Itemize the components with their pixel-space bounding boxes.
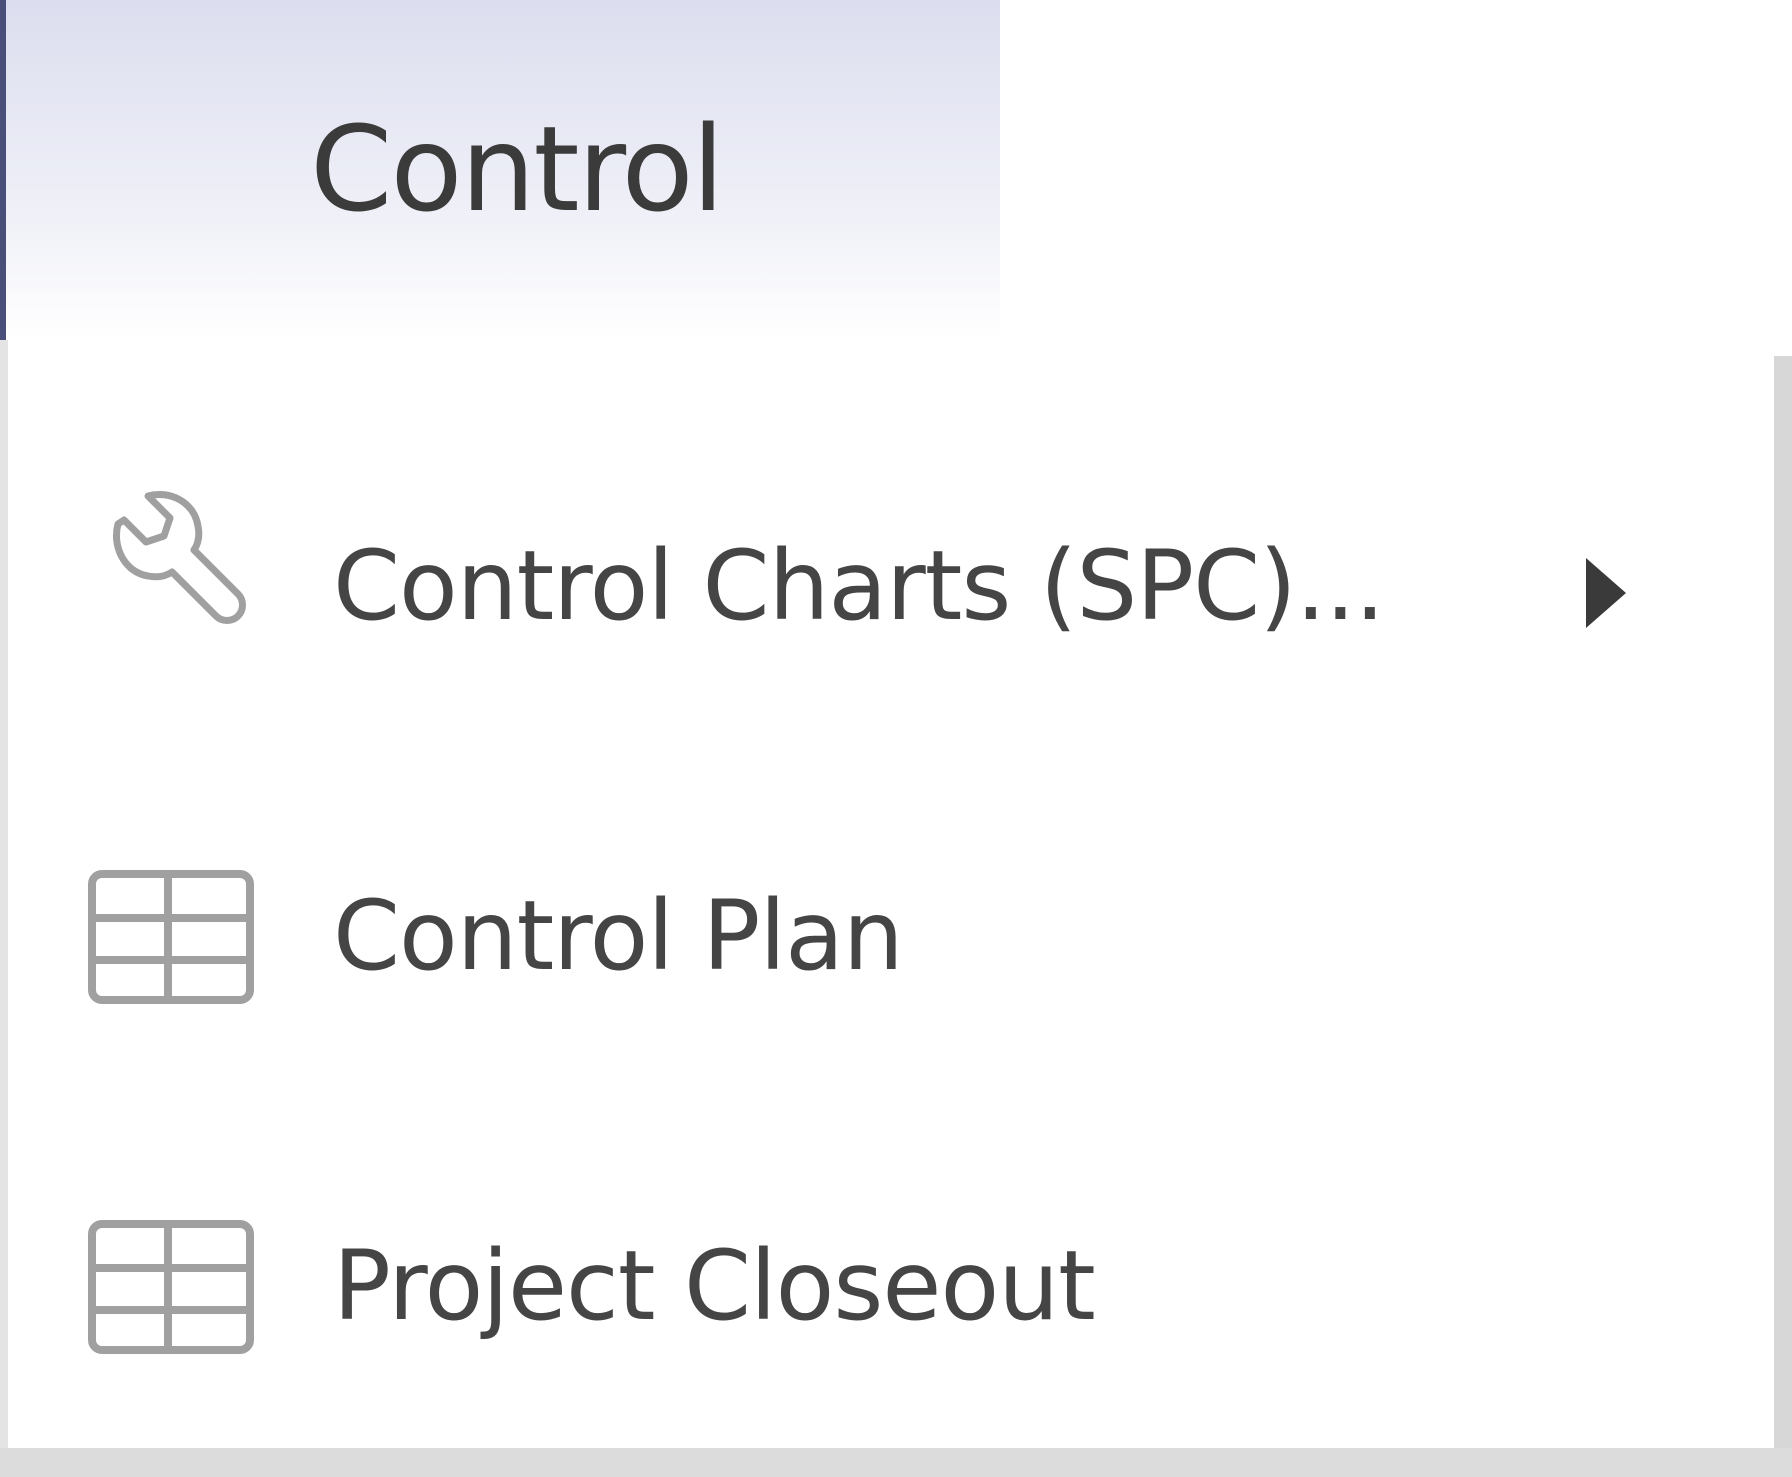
menu-item-control-plan[interactable]: Control Plan — [8, 840, 1774, 1060]
menu-item-label: Control Plan — [333, 880, 904, 992]
wrench-icon — [86, 490, 256, 660]
menu-item-project-closeout[interactable]: Project Closeout — [8, 1190, 1774, 1410]
submenu-arrow-icon — [1574, 548, 1634, 638]
menu-item-label: Control Charts (SPC)... — [333, 530, 1385, 642]
screen: Control Control Charts (SPC)... Control … — [0, 0, 1792, 1477]
tab-title: Control — [310, 100, 725, 238]
menu-shadow — [0, 1448, 1792, 1477]
menu-item-control-charts[interactable]: Control Charts (SPC)... — [8, 490, 1774, 710]
menu-item-label: Project Closeout — [333, 1230, 1096, 1342]
table-grid-icon — [86, 1218, 256, 1388]
ribbon-tab-control[interactable]: Control — [0, 0, 1000, 340]
menu-shadow — [1774, 356, 1792, 1448]
table-grid-icon — [86, 868, 256, 1038]
